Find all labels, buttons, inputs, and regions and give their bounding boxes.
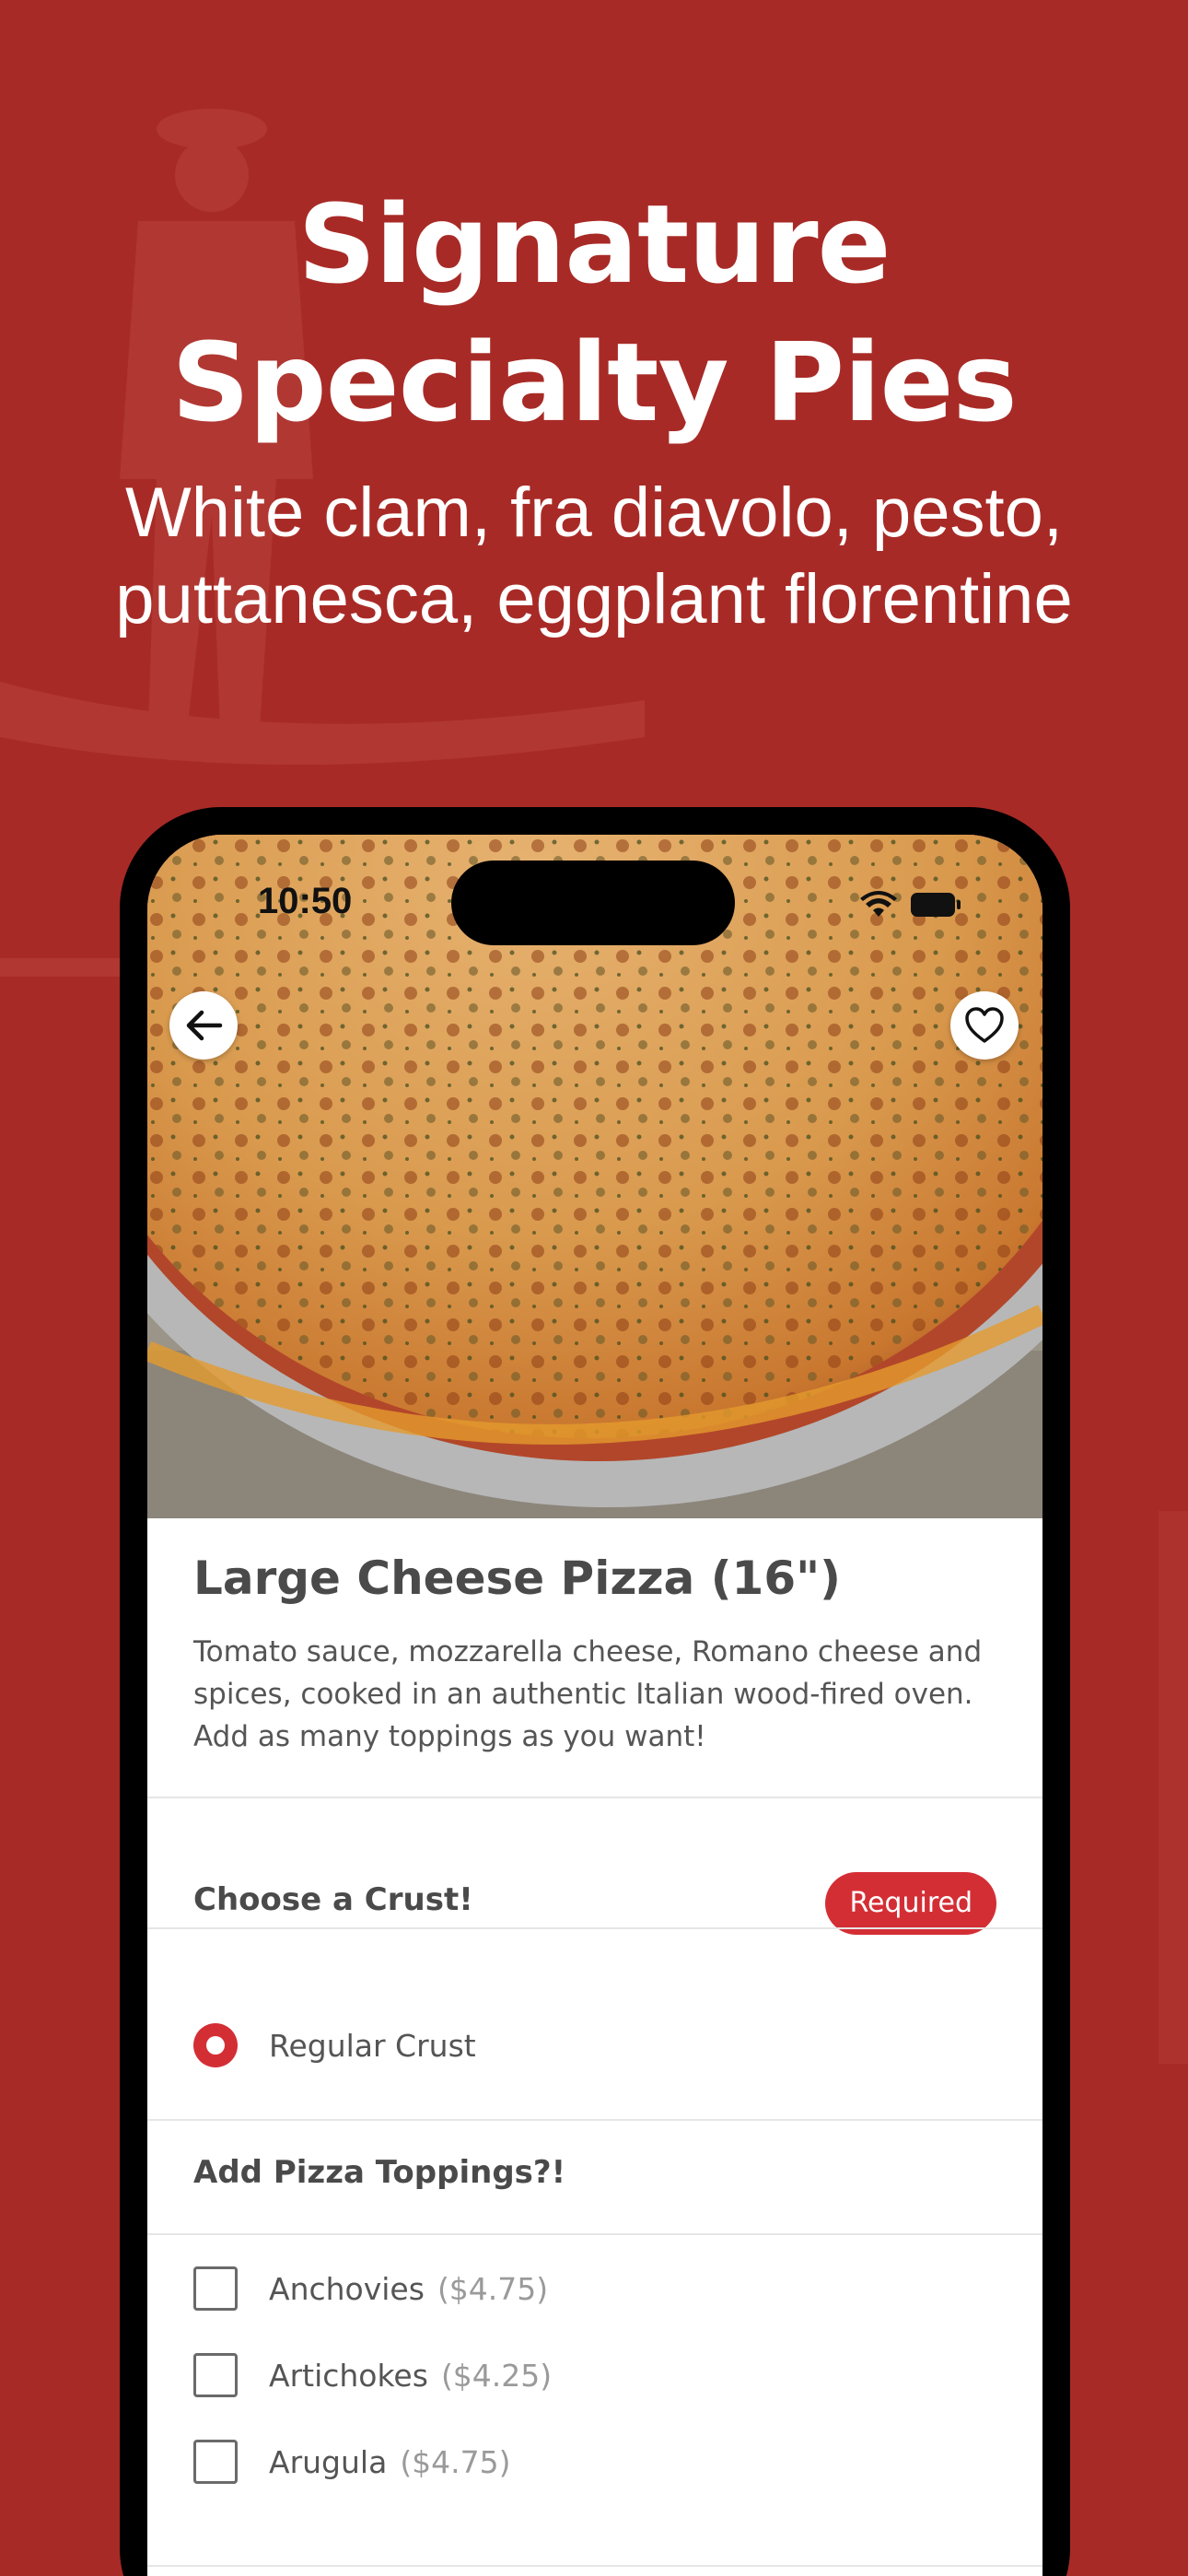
topping-checkbox[interactable] bbox=[193, 2440, 238, 2484]
radio-selected[interactable] bbox=[193, 2023, 238, 2067]
crust-section-title: Choose a Crust! bbox=[193, 1881, 473, 1918]
topping-checkbox[interactable] bbox=[193, 2266, 238, 2311]
favorite-button[interactable] bbox=[950, 991, 1019, 1060]
crust-option-regular[interactable]: Regular Crust bbox=[193, 2023, 476, 2067]
topping-item-arugula[interactable]: Arugula ($4.75) bbox=[193, 2440, 511, 2484]
pizza-photo: 10:50 bbox=[147, 835, 1042, 1518]
topping-price: ($4.75) bbox=[400, 2443, 511, 2480]
status-icons bbox=[860, 886, 961, 923]
topping-checkbox[interactable] bbox=[193, 2353, 238, 2397]
item-description: Tomato sauce, mozzarella cheese, Romano … bbox=[193, 1635, 983, 1753]
heart-outline-icon bbox=[965, 1007, 1004, 1043]
arrow-left-icon bbox=[186, 1010, 223, 1041]
quantity-stepper: - 1 + bbox=[147, 2565, 1042, 2576]
topping-label: Arugula bbox=[269, 2443, 388, 2480]
topping-label: Artichokes bbox=[269, 2357, 428, 2394]
battery-icon bbox=[911, 893, 961, 917]
dynamic-island bbox=[451, 861, 735, 945]
topping-item-artichokes[interactable]: Artichokes ($4.25) bbox=[193, 2353, 552, 2397]
headline-line-2: Specialty Pies bbox=[171, 319, 1018, 446]
topping-price: ($4.25) bbox=[440, 2357, 553, 2394]
item-title: Large Cheese Pizza (16") bbox=[193, 1551, 842, 1605]
promo-headline: Signature Specialty Pies bbox=[0, 175, 1188, 451]
status-time: 10:50 bbox=[258, 881, 353, 921]
divider bbox=[147, 2233, 1042, 2235]
divider bbox=[147, 1797, 1042, 1798]
back-button[interactable] bbox=[169, 991, 238, 1060]
required-badge: Required bbox=[825, 1872, 996, 1935]
promo-subheadline: White clam, fra diavolo, pesto, puttanes… bbox=[0, 470, 1188, 643]
topping-item-anchovies[interactable]: Anchovies ($4.75) bbox=[193, 2266, 548, 2311]
subhead-line-2: puttanesca, eggplant florentine bbox=[115, 560, 1073, 638]
divider bbox=[147, 1927, 1042, 1929]
topping-price: ($4.75) bbox=[437, 2270, 549, 2307]
wifi-icon bbox=[860, 891, 897, 917]
topping-label: Anchovies bbox=[269, 2270, 425, 2307]
headline-line-1: Signature bbox=[297, 181, 891, 308]
divider bbox=[147, 2119, 1042, 2121]
crust-option-label: Regular Crust bbox=[269, 2027, 476, 2064]
phone-frame: 10:50 Large Cheese Pizza (16") Tomato sa… bbox=[120, 807, 1070, 2576]
toppings-section-title: Add Pizza Toppings?! bbox=[193, 2154, 566, 2191]
phone-screen: 10:50 Large Cheese Pizza (16") Tomato sa… bbox=[147, 835, 1042, 2576]
subhead-line-1: White clam, fra diavolo, pesto, bbox=[125, 474, 1063, 552]
